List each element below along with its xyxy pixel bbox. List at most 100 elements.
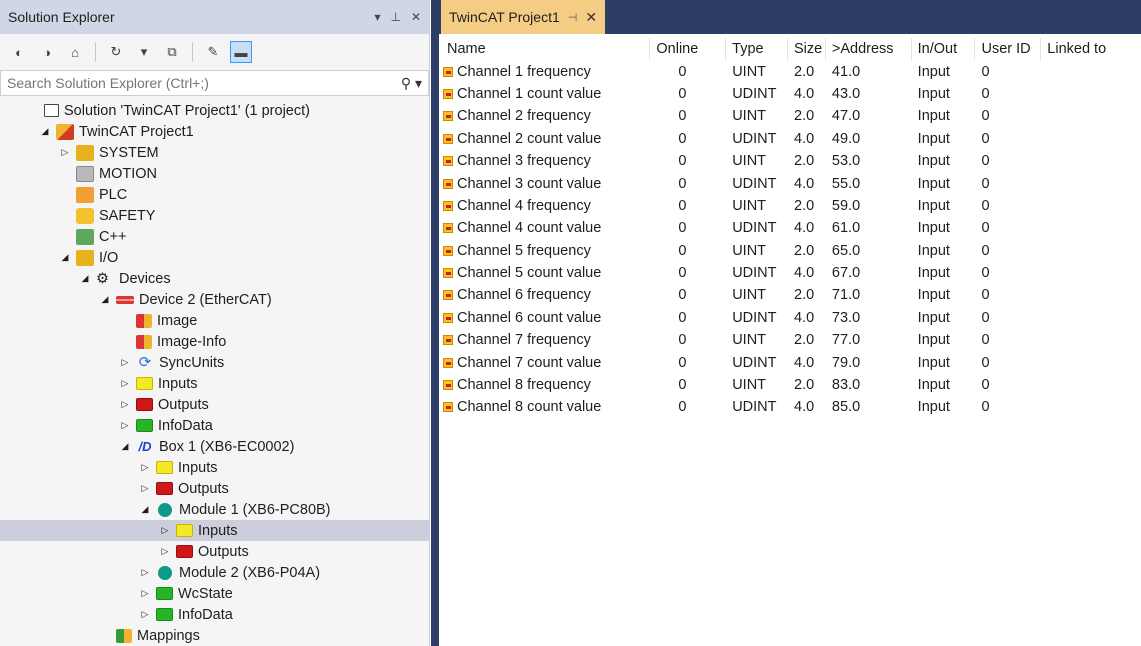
- column-header[interactable]: User ID: [975, 38, 1042, 61]
- column-header[interactable]: Size: [788, 38, 826, 61]
- table-row[interactable]: Channel 4 count value 0 UDINT 4.0 61.0 Input 0: [441, 217, 1141, 239]
- table-row[interactable]: Channel 4 frequency 0 UINT 2.0 59.0 Input 0: [441, 195, 1141, 217]
- input-variable-icon: [443, 133, 453, 144]
- expand-arrow-icon[interactable]: ▷: [118, 399, 132, 410]
- tree-node[interactable]: ▷ InfoData: [0, 604, 429, 625]
- history-icon[interactable]: ↻: [105, 41, 127, 63]
- tab-twincat-project1[interactable]: TwinCAT Project1 ⊣ ✕: [441, 0, 606, 34]
- tree-node[interactable]: C++: [0, 226, 429, 247]
- tree-node[interactable]: ▷ InfoData: [0, 415, 429, 436]
- expand-arrow-icon[interactable]: ▷: [138, 483, 152, 494]
- pin-icon[interactable]: ⊥: [390, 10, 400, 24]
- tree-node[interactable]: ◢ Module 1 (XB6-PC80B): [0, 499, 429, 520]
- expand-arrow-icon[interactable]: ▷: [58, 147, 72, 158]
- table-row[interactable]: Channel 8 count value 0 UDINT 4.0 85.0 Input 0: [441, 396, 1141, 418]
- table-row[interactable]: Channel 7 frequency 0 UINT 2.0 77.0 Input 0: [441, 329, 1141, 351]
- grid-body: Channel 1 frequency 0 UINT 2.0 41.0 Input 0 Cha…: [441, 60, 1141, 418]
- table-row[interactable]: Channel 5 count value 0 UDINT 4.0 67.0 Input 0: [441, 262, 1141, 284]
- collapse-arrow-icon[interactable]: ◢: [58, 252, 72, 263]
- tree-node[interactable]: ▷ Outputs: [0, 394, 429, 415]
- tree-node[interactable]: ◢ TwinCAT Project1: [0, 121, 429, 142]
- collapse-arrow-icon[interactable]: ◢: [118, 441, 132, 452]
- collapse-arrow-icon[interactable]: ◢: [138, 504, 152, 515]
- cell-inout: Input: [917, 287, 950, 304]
- tree-node-label: WcState: [178, 585, 233, 602]
- cpp-icon: [76, 228, 94, 245]
- tree-node[interactable]: ▷ WcState: [0, 583, 429, 604]
- cell-size: 4.0: [794, 130, 815, 147]
- cell-inout: Input: [917, 242, 950, 259]
- column-header[interactable]: Type: [726, 38, 788, 61]
- expand-arrow-icon[interactable]: ▷: [118, 378, 132, 389]
- expand-arrow-icon[interactable]: ▷: [158, 546, 172, 557]
- tree-node-label: InfoData: [178, 606, 233, 623]
- close-icon[interactable]: ✕: [411, 10, 421, 24]
- table-row[interactable]: Channel 1 count value 0 UDINT 4.0 43.0 Input 0: [441, 83, 1141, 105]
- collapse-arrow-icon[interactable]: ◢: [38, 126, 52, 137]
- table-row[interactable]: Channel 5 frequency 0 UINT 2.0 65.0 Input 0: [441, 240, 1141, 262]
- tree-node[interactable]: ◢ I/O: [0, 247, 429, 268]
- collapse-arrow-icon[interactable]: ◢: [98, 294, 112, 305]
- forward-icon[interactable]: ◑: [36, 41, 58, 63]
- tree-node[interactable]: MOTION: [0, 163, 429, 184]
- collapse-arrow-icon[interactable]: ◢: [78, 273, 92, 284]
- cell-inout: Input: [917, 309, 950, 326]
- tree-node[interactable]: ▷ Inputs: [0, 457, 429, 478]
- table-row[interactable]: Channel 3 frequency 0 UINT 2.0 53.0 Input 0: [441, 150, 1141, 172]
- column-header[interactable]: Linked to: [1041, 38, 1141, 60]
- tree-node[interactable]: SAFETY: [0, 205, 429, 226]
- column-header[interactable]: Online: [650, 38, 727, 61]
- tree-node[interactable]: ◢ ⚙ Devices: [0, 268, 429, 289]
- tree-node[interactable]: PLC: [0, 184, 429, 205]
- tree-node[interactable]: ▷ Outputs: [0, 541, 429, 562]
- table-row[interactable]: Channel 6 frequency 0 UINT 2.0 71.0 Input 0: [441, 284, 1141, 306]
- tree-node[interactable]: ▷ Inputs: [0, 373, 429, 394]
- tree-node[interactable]: ◢ Device 2 (EtherCAT): [0, 289, 429, 310]
- expand-arrow-icon[interactable]: ▷: [118, 357, 132, 368]
- expand-arrow-icon[interactable]: ▷: [138, 567, 152, 578]
- infodata-icon: [136, 419, 153, 432]
- cell-uid: 0: [981, 377, 990, 394]
- tree-node[interactable]: ▷ ⟳ SyncUnits: [0, 352, 429, 373]
- table-row[interactable]: Channel 3 count value 0 UDINT 4.0 55.0 Input 0: [441, 172, 1141, 194]
- tree-node[interactable]: Image: [0, 310, 429, 331]
- table-row[interactable]: Channel 7 count value 0 UDINT 4.0 79.0 Input 0: [441, 351, 1141, 373]
- properties-wrench-icon[interactable]: ✎: [202, 41, 224, 63]
- home-icon[interactable]: ⌂: [64, 41, 86, 63]
- outputs-icon: [156, 482, 173, 495]
- search-icon[interactable]: ⚲ ▾: [401, 75, 422, 92]
- expand-arrow-icon[interactable]: ▷: [138, 462, 152, 473]
- tree-node[interactable]: ▷ Module 2 (XB6-P04A): [0, 562, 429, 583]
- tree-node-label: Device 2 (EtherCAT): [139, 291, 272, 308]
- expand-arrow-icon[interactable]: ▷: [138, 609, 152, 620]
- cell-linked: [1041, 105, 1141, 127]
- table-row[interactable]: Channel 2 count value 0 UDINT 4.0 49.0 Input 0: [441, 128, 1141, 150]
- expand-arrow-icon[interactable]: ▷: [158, 525, 172, 536]
- tree-node[interactable]: ▷ Inputs: [0, 520, 429, 541]
- tree-node[interactable]: ▷ Outputs: [0, 478, 429, 499]
- tree-node[interactable]: Mappings: [0, 625, 429, 646]
- table-row[interactable]: Channel 2 frequency 0 UINT 2.0 47.0 Input 0: [441, 105, 1141, 127]
- tree-node[interactable]: Image-Info: [0, 331, 429, 352]
- table-row[interactable]: Channel 8 frequency 0 UINT 2.0 83.0 Input 0: [441, 374, 1141, 396]
- tree-node[interactable]: Solution 'TwinCAT Project1' (1 project): [0, 100, 429, 121]
- cell-uid: 0: [981, 309, 990, 326]
- search-input[interactable]: [7, 75, 401, 91]
- solution-explorer-search[interactable]: ⚲ ▾: [0, 70, 429, 96]
- tree-node[interactable]: ▷ SYSTEM: [0, 142, 429, 163]
- back-icon[interactable]: ◐: [8, 41, 30, 63]
- sync-view-icon[interactable]: ⧉: [161, 41, 183, 63]
- table-row[interactable]: Channel 6 count value 0 UDINT 4.0 73.0 Input 0: [441, 307, 1141, 329]
- table-row[interactable]: Channel 1 frequency 0 UINT 2.0 41.0 Input 0: [441, 60, 1141, 82]
- expand-arrow-icon[interactable]: ▷: [118, 420, 132, 431]
- column-header[interactable]: In/Out: [912, 38, 976, 61]
- pin-icon[interactable]: ⊣: [568, 11, 578, 24]
- chevron-down-icon[interactable]: ▾: [133, 41, 155, 63]
- dropdown-icon[interactable]: ▾: [374, 10, 380, 24]
- tree-node[interactable]: ◢ /D Box 1 (XB6-EC0002): [0, 436, 429, 457]
- expand-arrow-icon[interactable]: ▷: [138, 588, 152, 599]
- column-header[interactable]: Name: [441, 38, 651, 61]
- close-tab-icon[interactable]: ✕: [585, 9, 597, 26]
- column-header[interactable]: >Address: [826, 38, 912, 61]
- preview-toggle-icon[interactable]: ▬: [230, 41, 252, 63]
